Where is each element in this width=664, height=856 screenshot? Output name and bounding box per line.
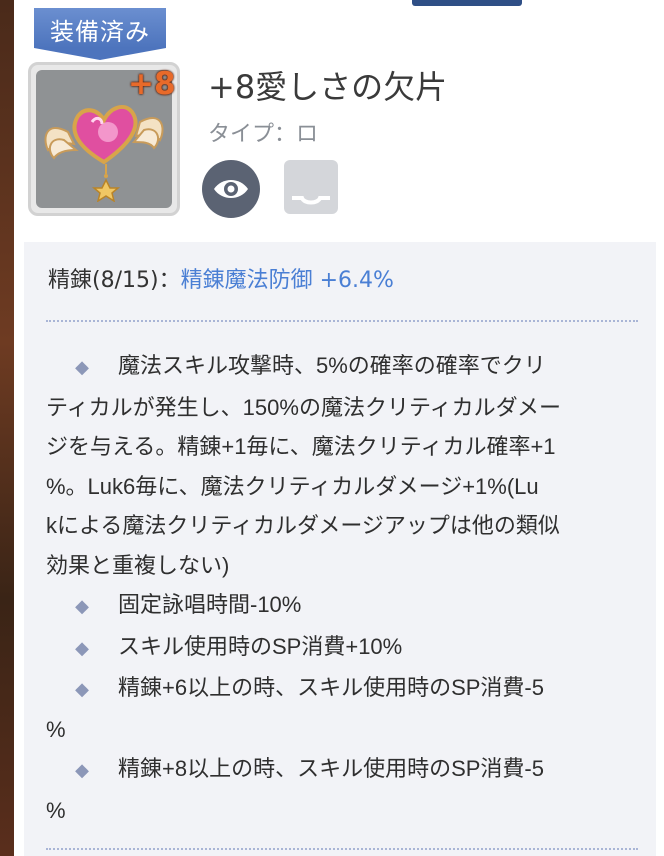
top-tab-edge	[412, 0, 522, 6]
effect-text: ティカルが発生し、150%の魔法クリティカルダメー	[46, 394, 561, 420]
effect-text: 魔法スキル攻撃時、5%の確率の確率でクリ	[118, 353, 546, 378]
storage-button[interactable]	[282, 158, 340, 216]
divider-top	[46, 320, 638, 322]
refine-line: 精錬(8/15)：精錬魔法防御 +6.4%	[48, 262, 394, 294]
effect-text: %。Luk6毎に、魔法クリティカルダメージ+1%(Lu	[46, 473, 539, 499]
bullet-icon: ◆	[75, 679, 89, 699]
effect-text: %	[46, 797, 66, 823]
equipped-badge: 装備済み	[34, 8, 166, 60]
bullet-icon: ◆	[75, 760, 89, 780]
tray-icon	[284, 160, 338, 214]
bullet-icon: ◆	[75, 357, 89, 377]
divider-bottom	[46, 848, 638, 850]
winged-heart-icon	[44, 104, 164, 202]
effect-text: kによる魔法クリティカルダメージアップは他の類似	[46, 513, 560, 538]
equipped-badge-label: 装備済み	[50, 18, 150, 46]
effect-text: 効果と重複しない)	[46, 552, 230, 578]
eye-icon	[214, 180, 248, 198]
effect-text: 固定詠唱時間-10%	[118, 592, 302, 617]
refine-stat: 精錬魔法防御 +6.4%	[180, 268, 394, 293]
effect-text: 精錬+6以上の時、スキル使用時のSP消費-5	[118, 675, 544, 700]
bullet-icon: ◆	[75, 596, 89, 616]
item-refine-level: +8	[128, 66, 176, 102]
effect-description: ◆ 魔法スキル攻撃時、5%の確率の確率でクリ ティカルが発生し、150%の魔法クリ…	[46, 346, 640, 830]
background-scene	[0, 0, 14, 856]
item-name: +8愛しさの欠片	[208, 68, 448, 106]
item-type: タイプ：ロ	[208, 122, 319, 147]
effect-text: ジを与える。精錬+1毎に、魔法クリティカル確率+1	[46, 434, 556, 459]
refine-label: 精錬(8/15)：	[48, 268, 181, 293]
bullet-icon: ◆	[75, 637, 89, 658]
effect-text: %	[46, 716, 66, 742]
effect-text: スキル使用時のSP消費+10%	[118, 633, 403, 659]
view-button[interactable]	[202, 160, 260, 218]
effect-text: 精錬+8以上の時、スキル使用時のSP消費-5	[118, 756, 544, 781]
